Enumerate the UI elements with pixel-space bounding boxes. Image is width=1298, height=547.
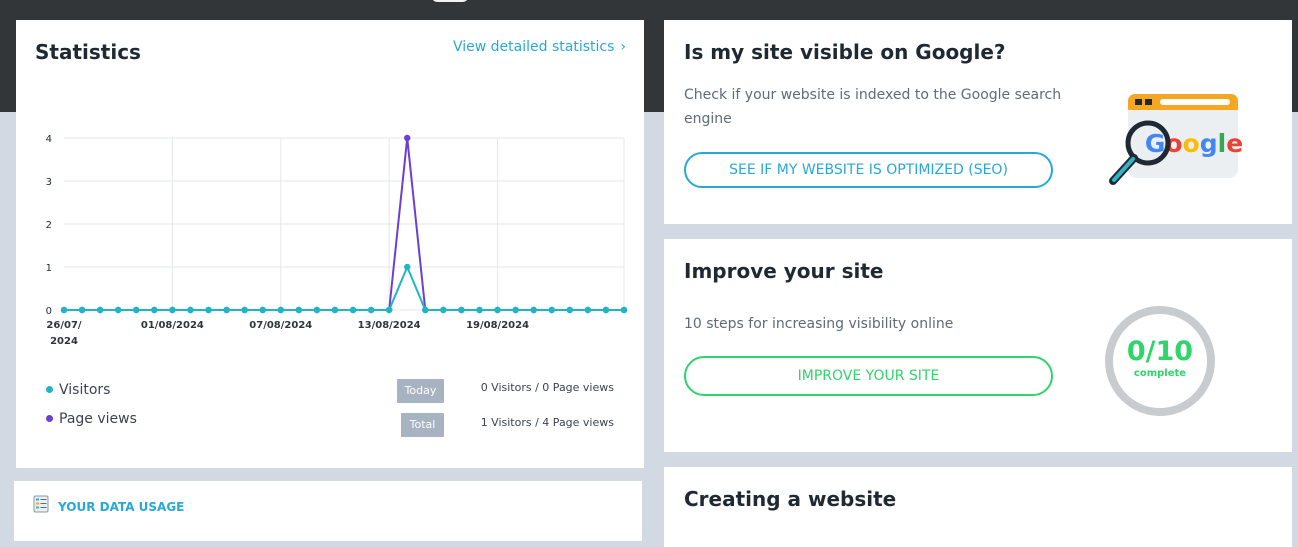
data-point-visitors bbox=[620, 306, 628, 314]
page-views-dot-icon bbox=[46, 415, 53, 422]
data-point-visitors bbox=[96, 306, 104, 314]
x-axis-ticks: 26/07/2024 01/08/2024 07/08/2024 13/08/2024… bbox=[46, 320, 529, 347]
data-point-visitors bbox=[584, 306, 592, 314]
data-point-page-views bbox=[404, 134, 411, 142]
data-point-visitors bbox=[440, 306, 447, 314]
data-point-visitors bbox=[205, 306, 212, 314]
data-point-visitors bbox=[60, 306, 68, 314]
data-point-visitors bbox=[169, 306, 176, 314]
y-tick-label: 0 bbox=[46, 306, 52, 317]
header-chip[interactable] bbox=[432, 0, 468, 2]
progress-value: 0/10 bbox=[1126, 336, 1194, 367]
data-point-visitors bbox=[313, 306, 321, 314]
today-badge[interactable]: Today bbox=[397, 379, 444, 403]
y-tick-label: 3 bbox=[46, 177, 52, 188]
y-tick-label: 2 bbox=[46, 220, 52, 231]
series-line-visitors bbox=[64, 264, 624, 311]
creating-website-title: Creating a website bbox=[684, 487, 897, 511]
data-point-visitors bbox=[78, 306, 86, 314]
x-tick-label: 26/07/ bbox=[46, 320, 81, 331]
data-point-visitors bbox=[133, 306, 140, 314]
legend-visitors-label: Visitors bbox=[59, 382, 111, 398]
y-tick-label: 4 bbox=[46, 134, 52, 145]
data-point-visitors bbox=[223, 306, 230, 314]
data-point-visitors bbox=[349, 306, 357, 314]
google-illustration-text: Google bbox=[1145, 129, 1243, 158]
improve-card-description: 10 steps for increasing visibility onlin… bbox=[684, 316, 954, 332]
data-point-visitors bbox=[385, 306, 393, 314]
y-axis-ticks: 0 1 2 3 4 bbox=[46, 134, 52, 317]
legend-page-views-label: Page views bbox=[59, 411, 137, 427]
data-point-visitors bbox=[295, 306, 303, 314]
total-stats-value: 1 Visitors / 4 Page views bbox=[480, 416, 614, 429]
data-point-visitors bbox=[476, 306, 483, 314]
legend-page-views: Page views bbox=[46, 411, 137, 427]
google-card-description: Check if your website is indexed to the … bbox=[684, 87, 1062, 127]
statistics-card: Statistics View detailed statistics › 012… bbox=[16, 20, 644, 468]
x-tick-label: 01/08/2024 bbox=[141, 320, 204, 331]
data-point-visitors bbox=[151, 306, 158, 314]
data-point-visitors bbox=[331, 306, 339, 314]
progress-label: complete bbox=[1133, 368, 1187, 379]
data-point-visitors bbox=[187, 306, 194, 314]
statistics-line-chart: 0 1 2 3 4 26/07/2024 01/08/2024 07/08/2024 13/0… bbox=[46, 134, 628, 347]
data-point-visitors bbox=[404, 263, 411, 271]
data-point-visitors bbox=[602, 306, 610, 314]
x-tick-label: 2024 bbox=[50, 336, 78, 347]
total-badge[interactable]: Total bbox=[401, 413, 444, 437]
google-search-illustration-icon: Google bbox=[1109, 94, 1243, 185]
google-visibility-card: Is my site visible on Google? Check if y… bbox=[664, 20, 1292, 224]
improve-card-title: Improve your site bbox=[684, 259, 884, 283]
data-point-visitors bbox=[277, 306, 284, 314]
creating-website-card: Creating a website bbox=[664, 467, 1292, 547]
y-tick-label: 1 bbox=[46, 263, 52, 274]
data-point-visitors bbox=[367, 306, 375, 314]
improve-site-card: Improve your site 10 steps for increasin… bbox=[664, 239, 1292, 452]
data-point-visitors bbox=[548, 306, 555, 314]
x-tick-label: 07/08/2024 bbox=[249, 320, 312, 331]
chart-grid bbox=[64, 137, 625, 311]
seo-check-button[interactable]: SEE IF MY WEBSITE IS OPTIMIZED (SEO) bbox=[684, 152, 1053, 188]
data-point-visitors bbox=[566, 306, 574, 314]
visitors-dot-icon bbox=[46, 386, 53, 393]
data-usage-card: YOUR DATA USAGE bbox=[14, 481, 642, 541]
legend-visitors: Visitors bbox=[46, 382, 110, 398]
data-point-visitors bbox=[530, 306, 537, 314]
data-point-visitors bbox=[512, 306, 519, 314]
checklist-icon bbox=[33, 495, 49, 513]
x-tick-label: 13/08/2024 bbox=[358, 320, 421, 331]
google-card-title: Is my site visible on Google? bbox=[684, 40, 1006, 64]
data-point-visitors bbox=[241, 306, 248, 314]
data-point-visitors bbox=[494, 306, 501, 314]
improve-site-button[interactable]: IMPROVE YOUR SITE bbox=[684, 356, 1053, 396]
data-point-visitors bbox=[422, 306, 429, 314]
data-point-visitors bbox=[114, 306, 122, 314]
data-point-visitors bbox=[259, 306, 266, 314]
today-stats-value: 0 Visitors / 0 Page views bbox=[480, 381, 614, 394]
data-point-visitors bbox=[458, 306, 465, 314]
data-usage-title: YOUR DATA USAGE bbox=[58, 500, 185, 514]
x-tick-label: 19/08/2024 bbox=[466, 320, 529, 331]
